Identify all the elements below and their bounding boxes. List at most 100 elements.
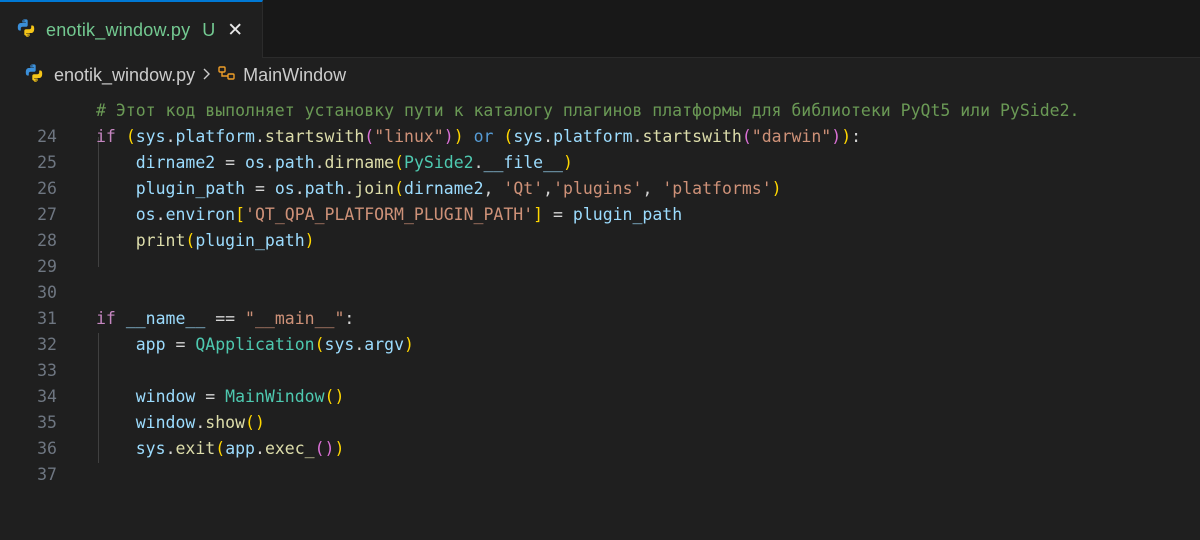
bracket: (	[185, 231, 196, 250]
class-name: PySide2	[404, 153, 474, 172]
string: 'platforms'	[662, 179, 772, 198]
function-name: dirname	[324, 153, 395, 172]
punct: .	[165, 439, 176, 458]
identifier: path	[274, 153, 315, 172]
bracket: (	[394, 179, 405, 198]
bracket: )	[324, 439, 335, 458]
identifier: dirname2	[404, 179, 484, 198]
keyword: if	[96, 127, 116, 146]
punct: ,	[543, 179, 554, 198]
identifier: argv	[364, 335, 405, 354]
code-line: 32 if __name__ == "__main__":	[0, 306, 1200, 354]
punct: .	[473, 153, 484, 172]
string: "darwin"	[751, 127, 832, 146]
punct: .	[255, 439, 265, 458]
function-name: exit	[175, 439, 216, 458]
identifier: __file__	[483, 153, 563, 172]
python-icon	[24, 63, 44, 87]
operator: ==	[205, 309, 246, 328]
operator: =	[543, 205, 573, 224]
git-untracked-badge: U	[202, 19, 216, 40]
identifier: window	[135, 387, 196, 406]
punct: :	[344, 309, 355, 328]
bracket: (	[215, 439, 226, 458]
code-editor[interactable]: 24 # Этот код выполняет установку пути к…	[0, 96, 1200, 500]
code-line: 29 print(plugin_path)	[0, 228, 1200, 276]
punct: .	[632, 127, 643, 146]
identifier: environ	[165, 205, 236, 224]
operator: =	[215, 153, 246, 172]
string: 'QT_QPA_PLATFORM_PLUGIN_PATH'	[245, 205, 534, 224]
identifier: plugin_path	[135, 179, 246, 198]
bracket: (	[314, 439, 325, 458]
breadcrumb-class[interactable]: MainWindow	[243, 65, 346, 86]
identifier: plugin_path	[195, 231, 305, 250]
function-name: print	[135, 231, 186, 250]
string: 'Qt'	[503, 179, 544, 198]
bracket: )	[443, 127, 454, 146]
identifier: plugin_path	[572, 205, 683, 224]
tab-filename: enotik_window.py	[46, 19, 191, 40]
identifier: os	[274, 179, 295, 198]
code-line: 28 os.environ['QT_QPA_PLATFORM_PLUGIN_PA…	[0, 202, 1200, 250]
code-line: 33 app = QApplication(sys.argv)	[0, 332, 1200, 380]
operator: =	[245, 179, 275, 198]
function-name: join	[354, 179, 395, 198]
identifier: platform	[553, 127, 633, 146]
close-icon[interactable]: ✕	[227, 20, 243, 40]
code-line: 36 window.show()	[0, 410, 1200, 458]
punct: .	[294, 179, 305, 198]
identifier: app	[135, 335, 166, 354]
identifier: path	[304, 179, 345, 198]
punct: .	[264, 153, 275, 172]
class-name: MainWindow	[225, 387, 325, 406]
bracket: )	[453, 127, 464, 146]
code-line: 27 plugin_path = os.path.join(dirname2, …	[0, 176, 1200, 224]
identifier: sys	[135, 127, 166, 146]
class-name: QApplication	[195, 335, 315, 354]
code-line: 26 dirname2 = os.path.dirname(PySide2.__…	[0, 150, 1200, 198]
identifier: sys	[324, 335, 355, 354]
function-name: exec_	[264, 439, 315, 458]
editor-tab[interactable]: enotik_window.py U ✕	[0, 0, 263, 58]
bracket: (	[741, 127, 752, 146]
python-icon	[16, 18, 36, 42]
punct: ,	[642, 179, 663, 198]
bracket: )	[334, 439, 345, 458]
line-number: 37	[37, 465, 57, 484]
operator: =	[195, 387, 226, 406]
bracket: ()	[324, 387, 345, 406]
identifier: __name__	[125, 309, 206, 328]
keyword: if	[96, 309, 116, 328]
code-line: 24 # Этот код выполняет установку пути к…	[0, 98, 1200, 146]
code-line: 34	[0, 358, 1200, 406]
punct: ,	[483, 179, 504, 198]
code-line: 30	[0, 254, 1200, 302]
code-line: 25 if (sys.platform.startswith("linux"))…	[0, 124, 1200, 172]
punct: .	[254, 127, 265, 146]
punct: :	[851, 127, 862, 146]
bracket: )	[771, 179, 782, 198]
function-name: show	[205, 413, 246, 432]
punct: .	[195, 413, 206, 432]
breadcrumb: enotik_window.py MainWindow	[0, 58, 1200, 92]
string: "__main__"	[245, 309, 345, 328]
identifier: os	[245, 153, 265, 172]
keyword: or	[473, 127, 494, 146]
punct: .	[155, 205, 166, 224]
bracket: ()	[245, 413, 265, 432]
identifier: sys	[135, 439, 166, 458]
string: "linux"	[374, 127, 444, 146]
bracket: )	[841, 127, 852, 146]
punct: .	[165, 127, 176, 146]
breadcrumb-file[interactable]: enotik_window.py	[54, 65, 195, 86]
identifier: dirname2	[135, 153, 216, 172]
identifier: platform	[175, 127, 255, 146]
